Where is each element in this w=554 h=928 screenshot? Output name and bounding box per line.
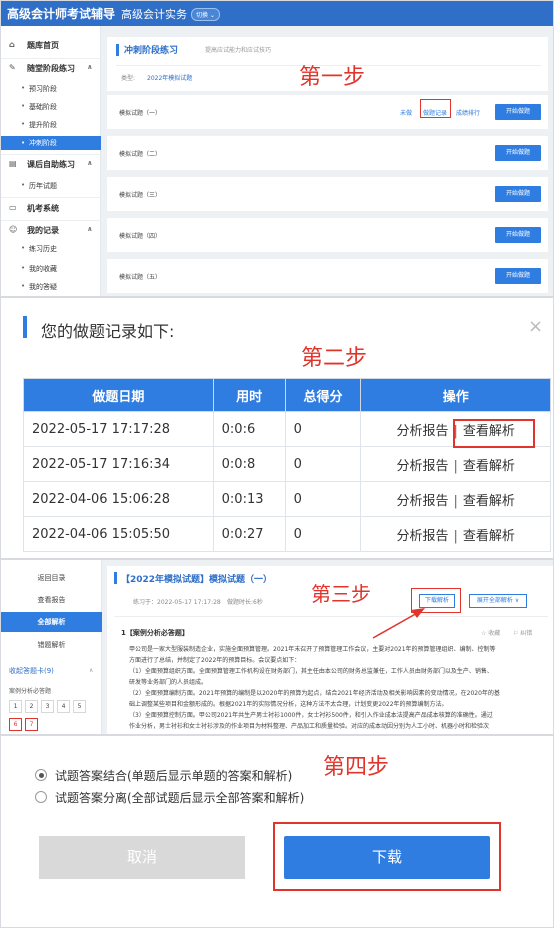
sidebar-group-practice[interactable]: ✎ 随堂阶段练习 ∧ [1, 63, 101, 75]
start-button-2[interactable]: 开始做题 [495, 145, 541, 161]
highlight-box [453, 419, 535, 448]
cancel-button[interactable]: 取消 [39, 836, 245, 879]
table-row: 2022-05-17 17:16:34 0:0:8 0 分析报告 | 查看解析 [23, 446, 551, 482]
start-button-3[interactable]: 开始做题 [495, 186, 541, 202]
bullet-icon: • [21, 181, 26, 189]
section-title: 冲刺阶段练习 [124, 46, 179, 56]
report-link[interactable]: 分析报告 [397, 494, 449, 509]
type-value-link[interactable]: 2022年模拟试题 [147, 73, 192, 82]
highlight-box [420, 99, 451, 118]
sidebar-item-sprint[interactable]: • 冲刺阶段 [1, 136, 101, 150]
user-icon: ☺ [9, 225, 18, 234]
radio-checked[interactable] [35, 769, 47, 781]
sidebar: ⌂ 题库首页 ✎ 随堂阶段练习 ∧ • 预习阶段 • 基础阶段 • 提升阶段 • 冲刺阶… [1, 26, 101, 296]
home-icon: ⌂ [9, 40, 15, 49]
report-link[interactable]: 分析报告 [397, 424, 449, 439]
panel-step3: 返回目录 查看报告 全部解析 错题解析 收起答题卡(9) ∧ 案例分析必答题 1… [0, 559, 554, 735]
radio-unchecked[interactable] [35, 791, 47, 803]
table-row: 2022-04-06 15:06:28 0:0:13 0 分析报告 | 查看解析 [23, 481, 551, 517]
exam-row-2: 模拟试题（二） 开始做题 [107, 136, 548, 170]
chevron-up-icon: ∧ [87, 225, 93, 233]
monitor-icon: ▭ [9, 203, 17, 212]
section-tip: 提高应试能力和应试技巧 [205, 47, 272, 54]
panel-step1: 高级会计师考试辅导 高级会计实务 切换 ⌄ ⌂ 题库首页 ✎ 随堂阶段练习 ∧ … [0, 0, 554, 297]
brand-title: 高级会计师考试辅导 [7, 7, 116, 21]
report-link[interactable]: 分析报告 [397, 529, 449, 544]
records-table: 做题日期 用时 总得分 操作 2022-05-17 17:17:28 0:0:6… [23, 378, 551, 552]
step-1-label: 第一步 [299, 65, 366, 90]
bullet-icon: • [21, 120, 26, 128]
sidebar-group-self-test[interactable]: ▤ 课后自助练习 ∧ [1, 159, 101, 171]
document-icon: ▤ [9, 159, 17, 168]
start-button-5[interactable]: 开始做题 [495, 268, 541, 284]
switch-subject-button[interactable]: 切换 ⌄ [191, 8, 220, 21]
bullet-icon: • [21, 84, 26, 92]
bullet-icon: • [21, 102, 26, 110]
view-analysis-link[interactable]: 查看解析 [463, 529, 515, 544]
table-header: 做题日期 用时 总得分 操作 [23, 378, 551, 412]
dialog-title: 您的做题记录如下: [41, 322, 175, 341]
panel-step4: 试题答案结合(单题后显示单题的答案和解析) 试题答案分离(全部试题后显示全部答案… [0, 735, 554, 928]
sidebar-item-preview[interactable]: • 预习阶段 [1, 84, 101, 94]
step-2-label: 第二步 [301, 346, 368, 371]
sidebar-item-qa[interactable]: • 我的答疑 [1, 282, 101, 292]
top-bar: 高级会计师考试辅导 高级会计实务 切换 ⌄ [1, 1, 553, 26]
close-icon[interactable]: × [528, 316, 543, 337]
bullet-icon: • [21, 282, 26, 290]
sidebar-item-mock-system[interactable]: ▭ 机考系统 [1, 203, 101, 215]
view-analysis-link[interactable]: 查看解析 [463, 494, 515, 509]
not-done-status: 未做 [400, 110, 413, 117]
sidebar-item-question-bank-home[interactable]: ⌂ 题库首页 [1, 40, 101, 52]
bullet-icon: • [21, 264, 26, 272]
exam-row-3: 模拟试题（三） 开始做题 [107, 177, 548, 211]
step-3-label: 第三步 [311, 582, 371, 606]
sidebar-item-history[interactable]: • 练习历史 [1, 244, 101, 254]
rank-link[interactable]: 成绩排行 [456, 108, 480, 117]
sidebar-item-past-exams[interactable]: • 历年试题 [1, 181, 101, 191]
sidebar-item-favorites[interactable]: • 我的收藏 [1, 264, 101, 274]
pointer-arrow [372, 608, 425, 639]
sidebar-group-records[interactable]: ☺ 我的记录 ∧ [1, 225, 101, 237]
chevron-up-icon: ∧ [87, 63, 93, 71]
sidebar-item-improve[interactable]: • 提升阶段 [1, 120, 101, 130]
step-4-label: 第四步 [323, 755, 390, 780]
highlight-box [273, 822, 501, 891]
sidebar-item-basic[interactable]: • 基础阶段 [1, 102, 101, 112]
pencil-icon: ✎ [9, 63, 16, 72]
bullet-icon: • [21, 244, 26, 252]
start-button-4[interactable]: 开始做题 [495, 227, 541, 243]
table-row: 2022-04-06 15:05:50 0:0:27 0 分析报告 | 查看解析 [23, 516, 551, 552]
subject-name: 高级会计实务 [121, 8, 187, 21]
report-link[interactable]: 分析报告 [397, 459, 449, 474]
panel-step2: 您的做题记录如下: × 第二步 做题日期 用时 总得分 操作 2022-05-1… [0, 297, 554, 559]
exam-row-1: 模拟试题（一） 未做 做题记录 成绩排行 开始做题 [107, 95, 548, 129]
exam-row-5: 模拟试题（五） 开始做题 [107, 259, 548, 293]
start-button-1[interactable]: 开始做题 [495, 104, 541, 120]
view-analysis-link[interactable]: 查看解析 [463, 459, 515, 474]
exam-row-4: 模拟试题（四） 开始做题 [107, 218, 548, 252]
bullet-icon: • [21, 139, 26, 147]
chevron-up-icon: ∧ [87, 159, 93, 167]
type-label: 类型: [121, 75, 136, 82]
